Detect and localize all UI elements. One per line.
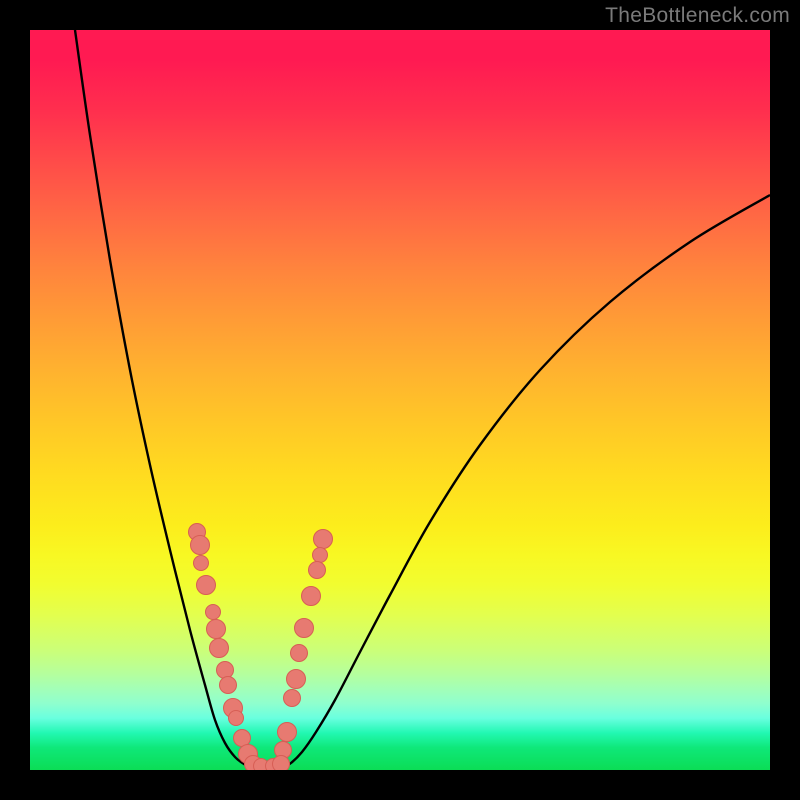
- watermark-text: TheBottleneck.com: [605, 4, 790, 28]
- chart-frame: TheBottleneck.com: [0, 0, 800, 800]
- bead-right: [283, 689, 301, 707]
- bead-right: [301, 586, 321, 606]
- left-curve: [75, 30, 252, 768]
- bead-left: [219, 676, 237, 694]
- bead-right: [294, 618, 314, 638]
- bead-left: [190, 535, 210, 555]
- right-curve: [282, 195, 770, 768]
- bead-right: [308, 561, 326, 579]
- bead-right: [313, 529, 333, 549]
- plot-area: [30, 30, 770, 770]
- bead-right: [290, 644, 308, 662]
- bead-bottom: [272, 755, 290, 770]
- bead-left: [205, 604, 221, 620]
- bead-left: [228, 710, 244, 726]
- bead-left: [206, 619, 226, 639]
- bead-right: [286, 669, 306, 689]
- bead-left: [196, 575, 216, 595]
- bead-left: [209, 638, 229, 658]
- curves-layer: [30, 30, 770, 770]
- bead-left: [193, 555, 209, 571]
- bead-right: [277, 722, 297, 742]
